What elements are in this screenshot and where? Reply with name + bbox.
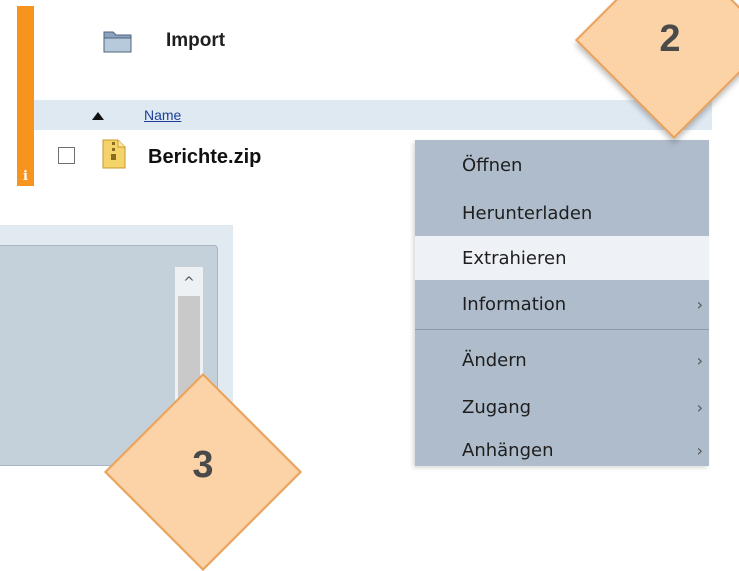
menu-item-access[interactable]: Zugang › — [415, 385, 709, 429]
file-name[interactable]: Berichte.zip — [148, 146, 261, 169]
menu-item-label: Herunterladen — [462, 202, 593, 224]
info-icon[interactable]: i — [17, 148, 34, 186]
chevron-right-icon: › — [696, 294, 703, 314]
chevron-right-icon: › — [696, 397, 703, 417]
row-checkbox[interactable] — [58, 147, 75, 164]
menu-item-change[interactable]: Ändern › — [415, 338, 709, 382]
menu-item-extract[interactable]: Extrahieren — [415, 236, 709, 280]
menu-item-information[interactable]: Information › — [415, 282, 709, 326]
callout-number-2: 2 — [659, 18, 681, 60]
column-header-name[interactable]: Name — [144, 107, 181, 123]
menu-item-label: Anhängen — [462, 439, 554, 461]
menu-item-label: Extrahieren — [462, 247, 567, 269]
menu-item-download[interactable]: Herunterladen — [415, 191, 709, 235]
menu-item-label: Ändern — [462, 349, 527, 371]
menu-item-label: Information — [462, 293, 567, 315]
menu-item-attach[interactable]: Anhängen › — [415, 428, 709, 472]
chevron-right-icon: › — [696, 350, 703, 370]
menu-item-label: Zugang — [462, 396, 532, 418]
menu-separator — [415, 329, 709, 330]
column-header-bar — [34, 100, 712, 130]
menu-item-label: Öffnen — [462, 154, 523, 176]
scroll-up-icon[interactable]: ^ — [175, 270, 203, 296]
chevron-right-icon: › — [696, 440, 703, 460]
zip-file-icon — [101, 139, 127, 169]
sort-ascending-icon[interactable] — [92, 112, 104, 120]
folder-icon — [103, 28, 133, 54]
menu-item-open[interactable]: Öffnen — [415, 143, 709, 187]
page-title: Import — [166, 30, 226, 51]
